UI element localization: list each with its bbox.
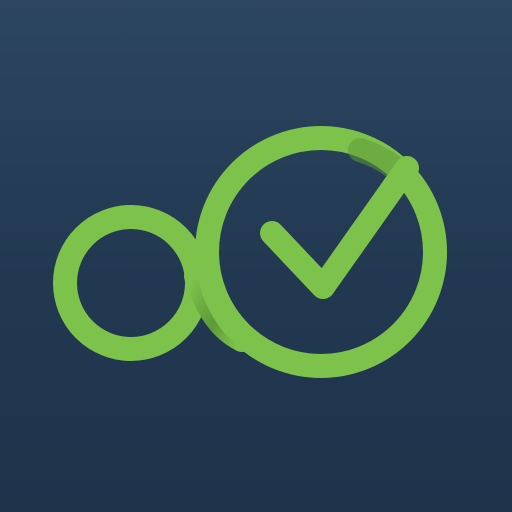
checkmark-icon bbox=[260, 156, 419, 299]
small-ring bbox=[53, 205, 209, 361]
app-icon-tile bbox=[0, 0, 512, 512]
logo-icon bbox=[53, 126, 447, 378]
